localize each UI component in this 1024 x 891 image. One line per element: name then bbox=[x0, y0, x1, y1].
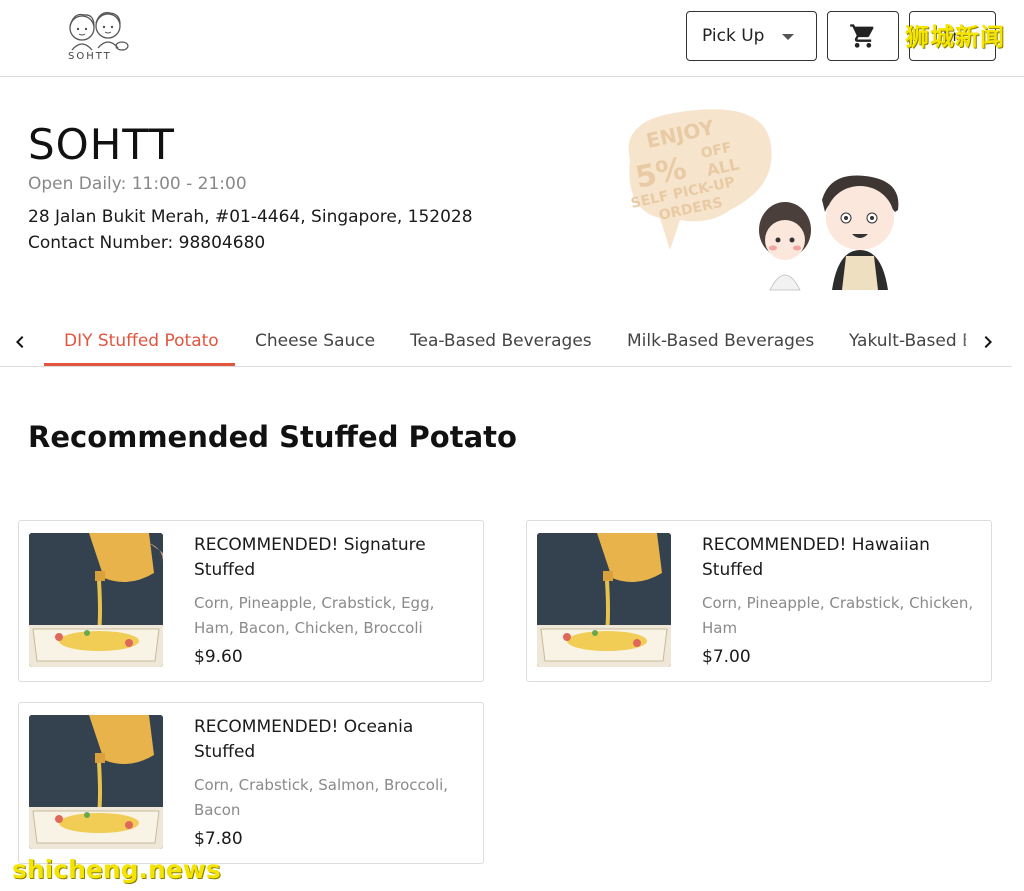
top-bar: SOHTT Pick Up En 狮城新闻 bbox=[0, 0, 1024, 77]
watermark-text: shicheng.news bbox=[12, 855, 221, 884]
tab-fade bbox=[962, 318, 976, 366]
store-name: SOHTT bbox=[28, 120, 175, 169]
man-character-icon bbox=[822, 175, 899, 290]
item-description: Corn, Crabstick, Salmon, Broccoli, Bacon bbox=[194, 776, 449, 819]
item-price: $7.80 bbox=[194, 829, 243, 849]
menu-item-card[interactable]: RECOMMENDED! Signature Stuffed Corn, Pin… bbox=[18, 520, 484, 682]
chevron-down-icon bbox=[782, 34, 794, 40]
tab-cheese-sauce[interactable]: Cheese Sauce bbox=[255, 331, 375, 351]
tab-tea-based-beverages[interactable]: Tea-Based Beverages bbox=[410, 331, 592, 351]
category-tabs: DIY Stuffed Potato Cheese Sauce Tea-Base… bbox=[0, 318, 1012, 367]
item-image bbox=[29, 533, 163, 667]
store-address: 28 Jalan Bukit Merah, #01-4464, Singapor… bbox=[28, 207, 473, 227]
store-hours: Open Daily: 11:00 - 21:00 bbox=[28, 174, 247, 194]
item-description: Corn, Pineapple, Crabstick, Egg, Ham, Ba… bbox=[194, 594, 435, 637]
cart-button[interactable] bbox=[827, 11, 899, 61]
tab-diy-stuffed-potato[interactable]: DIY Stuffed Potato bbox=[64, 331, 219, 351]
chevron-right-icon[interactable] bbox=[976, 330, 1000, 354]
cart-icon bbox=[850, 24, 874, 48]
promo-banner: ENJOY 5% OFF ALL SELF PICK-UP ORDERS bbox=[610, 100, 960, 300]
tab-yakult-based-beverages[interactable]: Yakult-Based Beverages bbox=[849, 331, 966, 351]
item-name: RECOMMENDED! Oceania Stuffed bbox=[194, 717, 414, 762]
store-contact: Contact Number: 98804680 bbox=[28, 233, 266, 253]
item-image bbox=[29, 715, 163, 849]
chevron-left-icon[interactable] bbox=[8, 330, 32, 354]
item-price: $9.60 bbox=[194, 647, 243, 667]
menu-item-card[interactable]: RECOMMENDED! Oceania Stuffed Corn, Crabs… bbox=[18, 702, 484, 864]
item-description: Corn, Pineapple, Crabstick, Chicken, Ham bbox=[702, 594, 974, 637]
tab-milk-based-beverages[interactable]: Milk-Based Beverages bbox=[627, 331, 814, 351]
watermark-text: 狮城新闻 bbox=[905, 23, 1005, 51]
section-title: Recommended Stuffed Potato bbox=[28, 420, 517, 454]
girl-character-icon bbox=[759, 202, 811, 291]
active-tab-indicator bbox=[44, 363, 235, 366]
item-price: $7.00 bbox=[702, 647, 751, 667]
item-name: RECOMMENDED! Signature Stuffed bbox=[194, 535, 426, 580]
logo-text: SOHTT bbox=[68, 51, 112, 62]
order-mode-label: Pick Up bbox=[702, 26, 765, 46]
item-name: RECOMMENDED! Hawaiian Stuffed bbox=[702, 535, 930, 580]
menu-item-card[interactable]: RECOMMENDED! Hawaiian Stuffed Corn, Pine… bbox=[526, 520, 992, 682]
order-mode-dropdown[interactable]: Pick Up bbox=[686, 11, 817, 61]
item-image bbox=[537, 533, 671, 667]
